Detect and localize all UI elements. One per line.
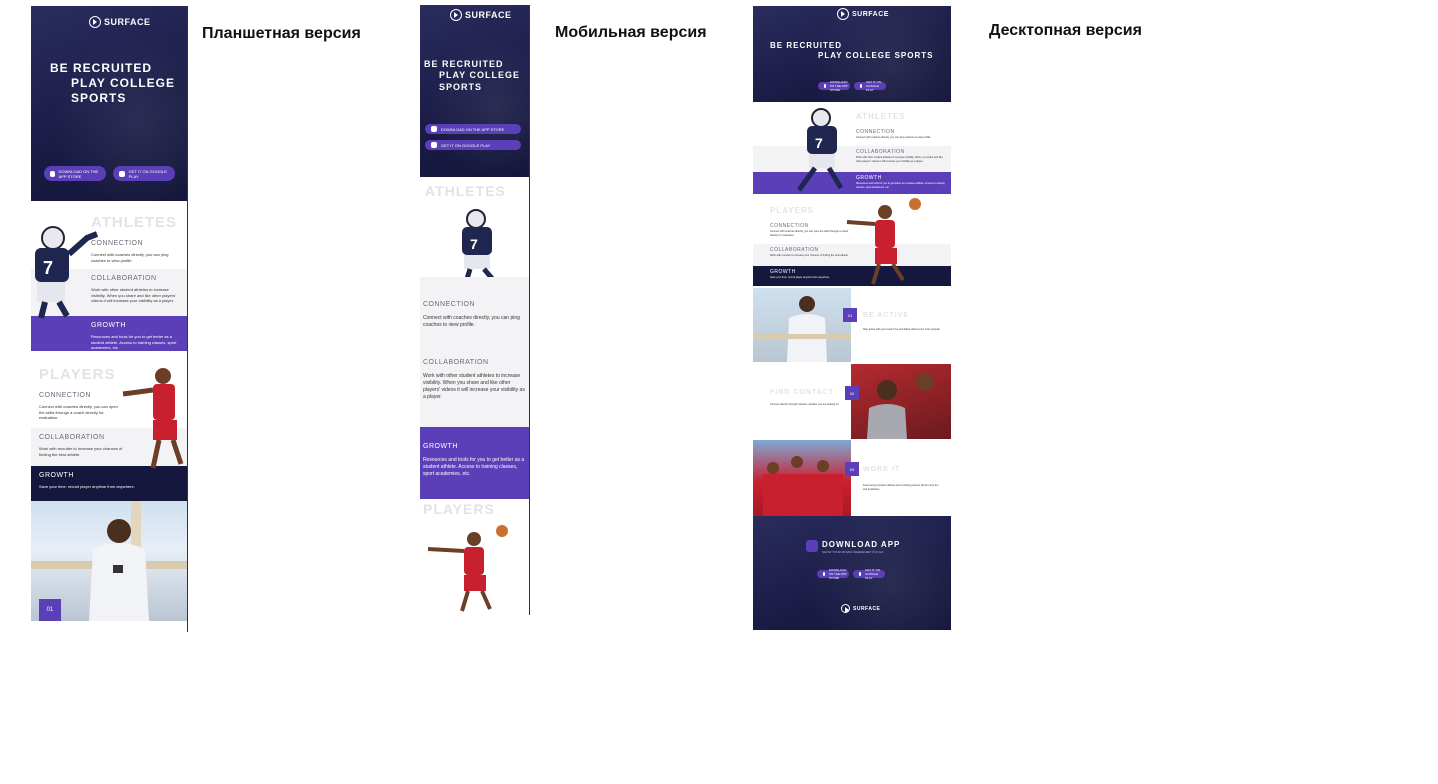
- tablet-athletes-title: ATHLETES: [91, 214, 178, 231]
- download-app-title: DOWNLOAD APP: [822, 540, 901, 549]
- desktop-feature-badge-1: 01: [843, 308, 857, 322]
- tablet-google-play-button[interactable]: GET IT ON GOOGLE PLAY: [113, 166, 175, 181]
- desktop-logo: SURFACE: [837, 8, 889, 20]
- desktop-download-section: DOWNLOAD APP SHOW YOUR MOVES WHEREVER YO…: [753, 516, 951, 630]
- svg-text:7: 7: [43, 258, 53, 278]
- tablet-app-store-button[interactable]: DOWNLOAD ON THE APP STORE: [44, 166, 106, 181]
- desktop-google-play-button[interactable]: GET IT ON GOOGLE PLAY: [854, 80, 886, 92]
- desktop-athletes-title: ATHLETES: [856, 112, 906, 121]
- tablet-hero: SURFACE BE RECRUITED PLAY COLLEGE SPORTS…: [31, 6, 187, 201]
- mobile-hero: SURFACE BE RECRUITED PLAY COLLEGE SPORTS…: [420, 5, 529, 177]
- mobile-basketball-player-image: [427, 525, 508, 612]
- desktop-mockup: SURFACE BE RECRUITED PLAY COLLEGE SPORTS…: [753, 6, 951, 630]
- apple-icon: [50, 170, 55, 177]
- mobile-mockup: SURFACE BE RECRUITED PLAY COLLEGE SPORTS…: [420, 5, 530, 615]
- desktop-feature-photo-2: [851, 364, 951, 439]
- tablet-hero-title: BE RECRUITED PLAY COLLEGE SPORTS: [50, 61, 176, 105]
- download-google-play-button[interactable]: GET IT ON GOOGLE PLAY: [853, 568, 885, 580]
- desktop-feature-text-3: Keep being a student athlete and recruit…: [863, 484, 939, 491]
- tablet-basketball-player-image: [122, 368, 184, 469]
- mobile-app-store-button[interactable]: DOWNLOAD ON THE APP STORE: [425, 124, 521, 134]
- desktop-feature-title-1: BE ACTIVE: [863, 312, 910, 319]
- download-app-icon: [806, 540, 818, 552]
- mobile-athletes-title: ATHLETES: [425, 183, 506, 199]
- play-icon: [859, 572, 862, 576]
- tablet-players-title: PLAYERS: [39, 366, 116, 383]
- surface-logo-icon: [450, 9, 462, 21]
- desktop-app-store-button[interactable]: DOWNLOAD ON THE APP STORE: [818, 80, 850, 92]
- mobile-logo: SURFACE: [450, 9, 512, 21]
- desktop-players-title: PLAYERS: [770, 206, 815, 215]
- mobile-athletes-growth: GROWTH Resources and tools for you to ge…: [420, 427, 529, 499]
- desktop-feature-text-1: Stay active with your team's live and fo…: [863, 328, 941, 331]
- download-app-subtitle: SHOW YOUR MOVES WHEREVER YOU GO: [822, 550, 884, 554]
- svg-text:7: 7: [815, 135, 823, 151]
- apple-icon: [431, 126, 437, 132]
- play-icon: [860, 84, 863, 88]
- surface-logo-icon: [89, 16, 101, 28]
- mobile-hero-title: BE RECRUITED PLAY COLLEGE SPORTS: [424, 59, 521, 92]
- play-icon: [431, 142, 437, 148]
- apple-icon: [824, 84, 826, 88]
- mobile-athletes-collaboration: COLLABORATION Work with other student at…: [420, 345, 529, 427]
- desktop-basketball-player-image: [846, 198, 921, 285]
- desktop-football-player-image: 7: [796, 108, 844, 192]
- tablet-photo-badge: 01: [39, 599, 61, 621]
- desktop-footer-logo: SURFACE: [841, 604, 880, 613]
- desktop-version-label: Десктопная версия: [989, 22, 1142, 39]
- mobile-athletes-connection: CONNECTION Connect with coaches directly…: [420, 277, 529, 345]
- play-icon: [119, 170, 125, 177]
- desktop-feature-badge-3: 03: [845, 462, 859, 476]
- mobile-version-label: Мобильная версия: [555, 24, 707, 41]
- desktop-feature-title-3: WORK IT: [863, 466, 901, 473]
- tablet-mockup: SURFACE BE RECRUITED PLAY COLLEGE SPORTS…: [31, 6, 188, 632]
- desktop-feature-badge-2: 02: [845, 386, 859, 400]
- tablet-version-label: Планшетная версия: [202, 25, 361, 42]
- tablet-logo: SURFACE: [89, 16, 151, 28]
- desktop-feature-title-2: FIND CONTACT: [770, 389, 834, 396]
- apple-icon: [823, 572, 825, 576]
- desktop-hero-title: BE RECRUITED PLAY COLLEGE SPORTS: [770, 41, 934, 60]
- download-app-store-button[interactable]: DOWNLOAD ON THE APP STORE: [817, 568, 849, 580]
- mobile-players-title: PLAYERS: [423, 501, 495, 517]
- mobile-google-play-button[interactable]: GET IT ON GOOGLE PLAY: [425, 140, 521, 150]
- surface-logo-icon: [837, 8, 849, 20]
- desktop-feature-photo-1: [753, 288, 851, 362]
- svg-text:7: 7: [470, 236, 478, 252]
- desktop-feature-photo-3: [753, 440, 851, 516]
- surface-logo-icon: [841, 604, 850, 613]
- desktop-hero: SURFACE BE RECRUITED PLAY COLLEGE SPORTS…: [753, 6, 951, 102]
- tablet-football-player-image: 7: [35, 226, 99, 319]
- tablet-athletes-growth: GROWTH Resources and tools for you to ge…: [31, 316, 187, 351]
